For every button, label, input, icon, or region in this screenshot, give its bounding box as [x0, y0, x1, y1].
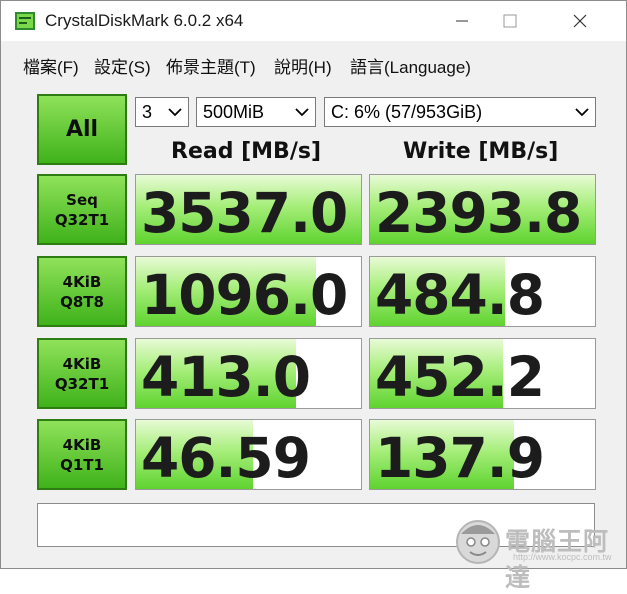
menu-help[interactable]: 說明(H) [274, 53, 332, 78]
minimize-button[interactable] [439, 1, 485, 41]
close-icon [573, 14, 587, 28]
row-label-line2: Q32T1 [54, 374, 110, 393]
read-column-header: Read [MB/s] [171, 139, 322, 164]
maximize-icon [503, 14, 517, 28]
menu-file[interactable]: 檔案(F) [23, 53, 79, 78]
chevron-down-icon [295, 108, 309, 117]
menu-settings[interactable]: 設定(S) [94, 53, 151, 78]
watermark: 電腦王阿達 http://www.kocpc.com.tw [453, 516, 625, 592]
app-window: CrystalDiskMark 6.0.2 x64 檔案(F) 設定(S) 佈景… [0, 0, 627, 592]
result-read-cell: 46.59 [135, 419, 362, 490]
result-read-value: 413.0 [141, 345, 311, 409]
row-label-line1: Seq [66, 190, 98, 209]
result-write-value: 452.2 [375, 345, 545, 409]
result-write-value: 2393.8 [375, 181, 582, 245]
write-column-header: Write [MB/s] [403, 139, 559, 164]
watermark-url: http://www.kocpc.com.tw [513, 552, 612, 562]
close-button[interactable] [557, 1, 603, 41]
menu-language[interactable]: 語言(Language) [350, 53, 471, 78]
test-count-select[interactable]: 3 [135, 97, 189, 127]
window-title: CrystalDiskMark 6.0.2 x64 [45, 11, 244, 30]
menu-theme[interactable]: 佈景主題(T) [166, 53, 256, 78]
row-label-line2: Q8T8 [60, 292, 104, 311]
menu-bar: 檔案(F) 設定(S) 佈景主題(T) 說明(H) 語言(Language) [1, 49, 626, 79]
result-write-cell: 452.2 [369, 338, 596, 409]
run-all-button[interactable]: All [37, 94, 127, 165]
row-label-line2: Q1T1 [60, 455, 104, 474]
result-read-value: 1096.0 [141, 263, 348, 327]
result-write-value: 484.8 [375, 263, 545, 327]
result-read-value: 46.59 [141, 426, 311, 490]
test-4kib-q1t1-button[interactable]: 4KiB Q1T1 [37, 419, 127, 490]
title-bar: CrystalDiskMark 6.0.2 x64 [1, 1, 626, 41]
chevron-down-icon [575, 108, 589, 117]
test-size-value: 500MiB [203, 101, 265, 122]
result-read-cell: 1096.0 [135, 256, 362, 327]
test-size-select[interactable]: 500MiB [196, 97, 316, 127]
row-label-line1: 4KiB [62, 435, 102, 454]
test-4kib-q8t8-button[interactable]: 4KiB Q8T8 [37, 256, 127, 327]
result-read-value: 3537.0 [141, 181, 348, 245]
minimize-icon [456, 20, 468, 22]
test-count-value: 3 [142, 101, 153, 122]
result-read-cell: 3537.0 [135, 174, 362, 245]
app-logo-icon [15, 12, 35, 30]
result-write-cell: 2393.8 [369, 174, 596, 245]
test-seq-q32t1-button[interactable]: Seq Q32T1 [37, 174, 127, 245]
row-label-line2: Q32T1 [54, 210, 110, 229]
result-write-value: 137.9 [375, 426, 545, 490]
test-4kib-q32t1-button[interactable]: 4KiB Q32T1 [37, 338, 127, 409]
drive-value: C: 6% (57/953GiB) [331, 101, 483, 122]
row-label-line1: 4KiB [62, 272, 102, 291]
chevron-down-icon [168, 108, 182, 117]
mascot-face-icon [456, 520, 500, 564]
result-write-cell: 484.8 [369, 256, 596, 327]
result-read-cell: 413.0 [135, 338, 362, 409]
drive-select[interactable]: C: 6% (57/953GiB) [324, 97, 596, 127]
maximize-button[interactable] [487, 1, 533, 41]
row-label-line1: 4KiB [62, 354, 102, 373]
result-write-cell: 137.9 [369, 419, 596, 490]
